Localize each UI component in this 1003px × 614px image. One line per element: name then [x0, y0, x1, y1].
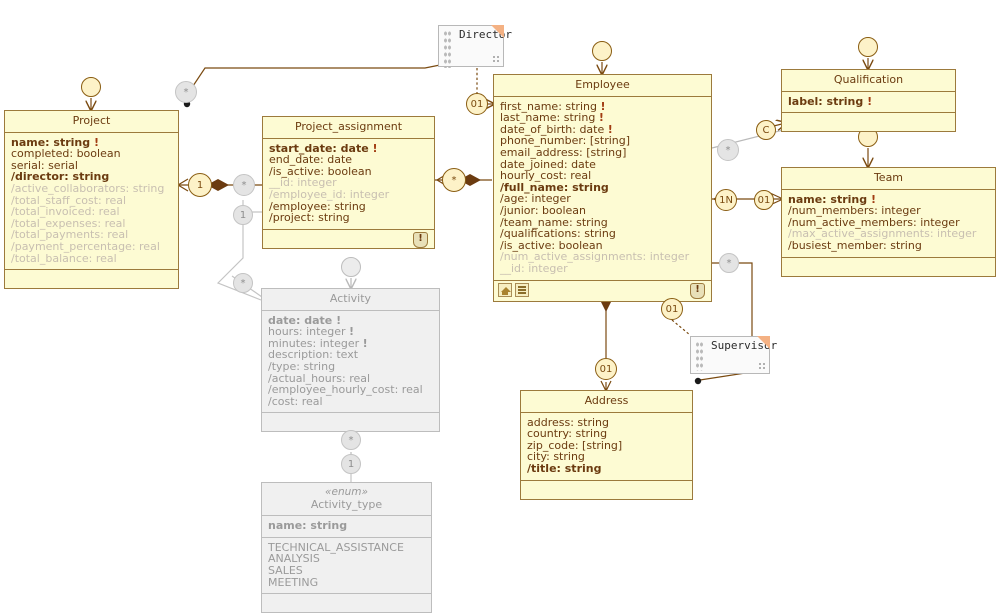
class-attrs-qualification: label: string ! [782, 92, 955, 114]
note-fold-corner-icon [757, 336, 770, 349]
class-box-project-assignment[interactable]: Project_assignment start_date: date ! en… [262, 116, 435, 249]
attr-row: /payment_percentage: real [11, 239, 160, 253]
class-footer-employee: ! [494, 281, 711, 301]
note-dot-grip-icon [443, 30, 452, 68]
class-title-activity: Activity [262, 289, 439, 311]
project-root-head [81, 77, 101, 97]
class-footer-project-assignment: ! [263, 230, 434, 248]
badge-assignment-star-left[interactable]: * [233, 174, 255, 196]
badge-supervisor-01[interactable]: 01 [661, 298, 683, 320]
attr-row: /active_collaborators: string [11, 181, 165, 195]
attr-row: /total_balance: real [11, 251, 117, 265]
home-icon[interactable] [498, 282, 512, 297]
enum-name: Activity_type [310, 497, 383, 511]
list-icon[interactable] [515, 282, 529, 297]
note-resize-grip-icon[interactable] [492, 55, 500, 63]
class-attrs-team: name: string ! /num_members: integer /nu… [782, 190, 995, 258]
note-supervisor[interactable]: Supervisor [690, 336, 777, 374]
class-box-activity-type[interactable]: «enum» Activity_type name: string TECHNI… [261, 482, 432, 614]
class-attrs-project: name: string ! completed: boolean serial… [5, 133, 178, 271]
badge-activity-star[interactable]: * [233, 273, 253, 293]
class-title-project: Project [5, 111, 178, 133]
enum-literal: SALES [268, 563, 303, 577]
badge-employee-assignment-star[interactable]: * [442, 168, 466, 192]
uml-diagram-canvas: Project name: string ! completed: boolea… [0, 0, 1003, 614]
class-box-qualification[interactable]: Qualification label: string ! [781, 69, 956, 133]
qualification-root-head [858, 37, 878, 57]
class-attrs-activity: date: date ! hours: integer ! minutes: i… [262, 311, 439, 414]
class-title-team: Team [782, 168, 995, 190]
class-title-activity-type: «enum» Activity_type [262, 483, 431, 517]
class-title-project-assignment: Project_assignment [263, 117, 434, 139]
badge-project-top-star[interactable]: * [175, 81, 197, 103]
activity-root-head [341, 257, 361, 277]
attr-row: name: string [268, 519, 348, 533]
attr-row: /qualifications: string [500, 227, 616, 241]
attr-row: /employee_id: integer [269, 187, 390, 201]
class-box-employee[interactable]: Employee first_name: string ! last_name:… [493, 74, 712, 302]
badge-address-01[interactable]: 01 [595, 358, 617, 380]
class-footer-address [521, 481, 692, 499]
note-dot-grip-icon [695, 341, 704, 371]
note-fold-corner-icon [491, 25, 504, 38]
class-title-address: Address [521, 391, 692, 413]
class-attrs-project-assignment: start_date: date ! end_date: date /is_ac… [263, 139, 434, 230]
enum-literal: MEETING [268, 575, 319, 589]
class-attrs-address: address: string country: string zip_code… [521, 413, 692, 481]
badge-activity-type-star[interactable]: * [341, 430, 361, 450]
class-footer-qualification [782, 113, 955, 131]
class-box-project[interactable]: Project name: string ! completed: boolea… [4, 110, 179, 290]
class-box-team[interactable]: Team name: string ! /num_members: intege… [781, 167, 996, 277]
attr-row: label: string ! [788, 94, 873, 108]
class-title-qualification: Qualification [782, 70, 955, 92]
badge-activity-type-one[interactable]: 1 [341, 454, 361, 474]
attr-row: hourly_cost: real [500, 169, 592, 183]
badge-qualification-c[interactable]: C [756, 120, 776, 140]
attr-row: /type: string [268, 359, 336, 373]
class-footer-activity [262, 413, 439, 431]
class-title-employee: Employee [494, 75, 711, 97]
badge-project-assignment-one[interactable]: 1 [188, 173, 212, 197]
class-footer-activity-type [262, 594, 431, 612]
note-resize-grip-icon[interactable] [758, 362, 766, 370]
badge-assignment-activity-one[interactable]: 1 [233, 205, 253, 225]
attr-row: /title: string [527, 461, 602, 475]
note-director[interactable]: Director [438, 25, 512, 68]
class-box-activity[interactable]: Activity date: date ! hours: integer ! m… [261, 288, 440, 433]
attr-row: email_address: [string] [500, 145, 627, 159]
badge-employee-qualification-star[interactable]: * [717, 139, 739, 161]
class-footer-project [5, 270, 178, 288]
badge-employee-team-1n[interactable]: 1N [715, 189, 737, 211]
badge-director-01[interactable]: 01 [466, 93, 488, 115]
badge-team-01[interactable]: 01 [754, 190, 774, 210]
enum-literals: TECHNICAL_ASSISTANCE ANALYSIS SALES MEET… [262, 538, 431, 595]
badge-employee-supervisor-star[interactable]: * [719, 253, 739, 273]
attr-row: /total_invoiced: real [11, 205, 120, 219]
class-footer-team [782, 258, 995, 276]
class-attrs-activity-type: name: string [262, 516, 431, 538]
attr-row: /busiest_member: string [788, 238, 922, 252]
attr-row: /cost: real [268, 394, 323, 408]
warning-shield-icon[interactable]: ! [690, 282, 705, 299]
warning-shield-icon[interactable]: ! [413, 231, 428, 248]
class-attrs-employee: first_name: string ! last_name: string !… [494, 97, 711, 281]
note-label: Director [459, 28, 512, 41]
attr-row: /project: string [269, 211, 350, 225]
class-box-address[interactable]: Address address: string country: string … [520, 390, 693, 500]
attr-row: __id: integer [500, 261, 568, 275]
attr-row: /junior: boolean [500, 203, 587, 217]
attr-row: /employee_hourly_cost: real [268, 383, 423, 397]
employee-root-head [592, 41, 612, 61]
